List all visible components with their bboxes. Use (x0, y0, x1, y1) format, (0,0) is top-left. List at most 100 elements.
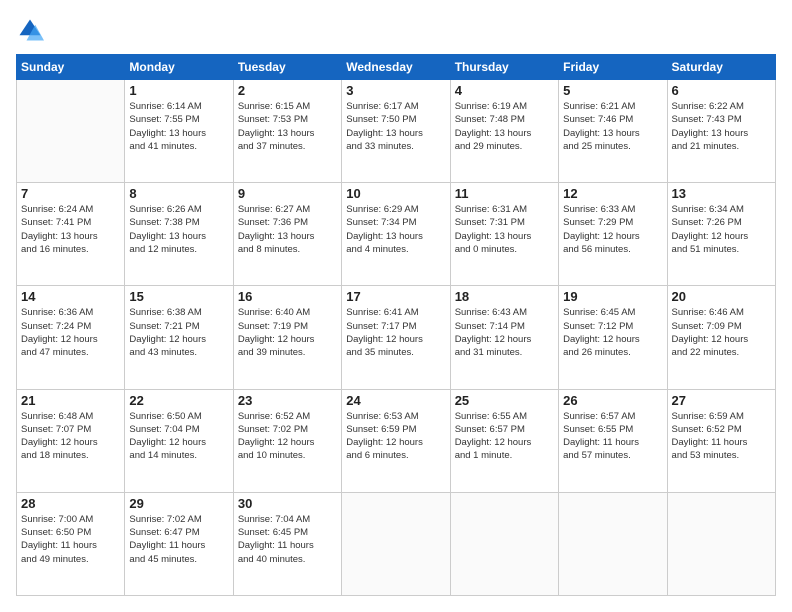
day-info: Sunrise: 6:55 AM Sunset: 6:57 PM Dayligh… (455, 410, 554, 463)
table-row: 22 Sunrise: 6:50 AM Sunset: 7:04 PM Dayli… (125, 389, 233, 492)
day-info: Sunrise: 6:36 AM Sunset: 7:24 PM Dayligh… (21, 306, 120, 359)
day-info: Sunrise: 6:38 AM Sunset: 7:21 PM Dayligh… (129, 306, 228, 359)
day-info: Sunrise: 7:00 AM Sunset: 6:50 PM Dayligh… (21, 513, 120, 566)
table-row: 15Sunrise: 6:38 AM Sunset: 7:21 PM Dayli… (125, 286, 233, 389)
day-info: Sunrise: 6:33 AM Sunset: 7:29 PM Dayligh… (563, 203, 662, 256)
day-info: Sunrise: 6:43 AM Sunset: 7:14 PM Dayligh… (455, 306, 554, 359)
day-info: Sunrise: 6:21 AM Sunset: 7:46 PM Dayligh… (563, 100, 662, 153)
table-row: 3 Sunrise: 6:17 AM Sunset: 7:50 PM Daylig… (342, 80, 450, 183)
day-number: 21 (21, 393, 120, 408)
day-info: Sunrise: 6:40 AM Sunset: 7:19 PM Dayligh… (238, 306, 337, 359)
col-friday: Friday (559, 55, 667, 80)
table-row: 9Sunrise: 6:27 AM Sunset: 7:36 PM Daylig… (233, 183, 341, 286)
day-number: 4 (455, 83, 554, 98)
table-row: 2 Sunrise: 6:15 AM Sunset: 7:53 PM Daylig… (233, 80, 341, 183)
day-info: Sunrise: 6:34 AM Sunset: 7:26 PM Dayligh… (672, 203, 771, 256)
table-row: 11 Sunrise: 6:31 AM Sunset: 7:31 PM Dayli… (450, 183, 558, 286)
day-info: Sunrise: 6:45 AM Sunset: 7:12 PM Dayligh… (563, 306, 662, 359)
day-number: 19 (563, 289, 662, 304)
table-row: 30 Sunrise: 7:04 AM Sunset: 6:45 PM Dayli… (233, 492, 341, 595)
table-row: 21 Sunrise: 6:48 AM Sunset: 7:07 PM Dayli… (17, 389, 125, 492)
table-row (17, 80, 125, 183)
day-number: 14 (21, 289, 120, 304)
day-number: 5 (563, 83, 662, 98)
col-monday: Monday (125, 55, 233, 80)
day-number: 26 (563, 393, 662, 408)
day-number: 28 (21, 496, 120, 511)
table-row: 1 Sunrise: 6:14 AM Sunset: 7:55 PM Daylig… (125, 80, 233, 183)
table-row: 6 Sunrise: 6:22 AM Sunset: 7:43 PM Daylig… (667, 80, 775, 183)
table-row (450, 492, 558, 595)
table-row: 18Sunrise: 6:43 AM Sunset: 7:14 PM Dayli… (450, 286, 558, 389)
page: Sunday Monday Tuesday Wednesday Thursday… (0, 0, 792, 612)
table-row: 26 Sunrise: 6:57 AM Sunset: 6:55 PM Dayli… (559, 389, 667, 492)
day-info: Sunrise: 6:19 AM Sunset: 7:48 PM Dayligh… (455, 100, 554, 153)
day-number: 12 (563, 186, 662, 201)
table-row: 20Sunrise: 6:46 AM Sunset: 7:09 PM Dayli… (667, 286, 775, 389)
day-info: Sunrise: 6:14 AM Sunset: 7:55 PM Dayligh… (129, 100, 228, 153)
day-info: Sunrise: 6:50 AM Sunset: 7:04 PM Dayligh… (129, 410, 228, 463)
day-info: Sunrise: 6:26 AM Sunset: 7:38 PM Dayligh… (129, 203, 228, 256)
calendar-week-row: 14 Sunrise: 6:36 AM Sunset: 7:24 PM Dayli… (17, 286, 776, 389)
day-number: 6 (672, 83, 771, 98)
table-row (559, 492, 667, 595)
day-info: Sunrise: 6:24 AM Sunset: 7:41 PM Dayligh… (21, 203, 120, 256)
day-number: 25 (455, 393, 554, 408)
day-info: Sunrise: 7:04 AM Sunset: 6:45 PM Dayligh… (238, 513, 337, 566)
day-number: 8 (129, 186, 228, 201)
day-number: 23 (238, 393, 337, 408)
table-row: 17Sunrise: 6:41 AM Sunset: 7:17 PM Dayli… (342, 286, 450, 389)
day-info: Sunrise: 6:41 AM Sunset: 7:17 PM Dayligh… (346, 306, 445, 359)
day-number: 7 (21, 186, 120, 201)
calendar-week-row: 28 Sunrise: 7:00 AM Sunset: 6:50 PM Dayli… (17, 492, 776, 595)
day-number: 30 (238, 496, 337, 511)
day-info: Sunrise: 6:52 AM Sunset: 7:02 PM Dayligh… (238, 410, 337, 463)
day-number: 10 (346, 186, 445, 201)
day-info: Sunrise: 6:31 AM Sunset: 7:31 PM Dayligh… (455, 203, 554, 256)
day-info: Sunrise: 6:29 AM Sunset: 7:34 PM Dayligh… (346, 203, 445, 256)
day-info: Sunrise: 6:15 AM Sunset: 7:53 PM Dayligh… (238, 100, 337, 153)
day-info: Sunrise: 6:22 AM Sunset: 7:43 PM Dayligh… (672, 100, 771, 153)
table-row (667, 492, 775, 595)
day-number: 16 (238, 289, 337, 304)
table-row: 19 Sunrise: 6:45 AM Sunset: 7:12 PM Dayli… (559, 286, 667, 389)
col-tuesday: Tuesday (233, 55, 341, 80)
col-wednesday: Wednesday (342, 55, 450, 80)
day-info: Sunrise: 7:02 AM Sunset: 6:47 PM Dayligh… (129, 513, 228, 566)
table-row: 14 Sunrise: 6:36 AM Sunset: 7:24 PM Dayli… (17, 286, 125, 389)
table-row: 5 Sunrise: 6:21 AM Sunset: 7:46 PM Daylig… (559, 80, 667, 183)
day-number: 13 (672, 186, 771, 201)
day-number: 11 (455, 186, 554, 201)
table-row: 16 Sunrise: 6:40 AM Sunset: 7:19 PM Dayli… (233, 286, 341, 389)
header (16, 16, 776, 44)
day-info: Sunrise: 6:17 AM Sunset: 7:50 PM Dayligh… (346, 100, 445, 153)
calendar-week-row: 7 Sunrise: 6:24 AM Sunset: 7:41 PM Daylig… (17, 183, 776, 286)
day-number: 1 (129, 83, 228, 98)
calendar-table: Sunday Monday Tuesday Wednesday Thursday… (16, 54, 776, 596)
day-info: Sunrise: 6:53 AM Sunset: 6:59 PM Dayligh… (346, 410, 445, 463)
day-info: Sunrise: 6:57 AM Sunset: 6:55 PM Dayligh… (563, 410, 662, 463)
table-row (342, 492, 450, 595)
day-number: 22 (129, 393, 228, 408)
day-number: 9 (238, 186, 337, 201)
col-thursday: Thursday (450, 55, 558, 80)
table-row: 23 Sunrise: 6:52 AM Sunset: 7:02 PM Dayli… (233, 389, 341, 492)
day-number: 20 (672, 289, 771, 304)
calendar-week-row: 21 Sunrise: 6:48 AM Sunset: 7:07 PM Dayli… (17, 389, 776, 492)
table-row: 24 Sunrise: 6:53 AM Sunset: 6:59 PM Dayli… (342, 389, 450, 492)
table-row: 12 Sunrise: 6:33 AM Sunset: 7:29 PM Dayli… (559, 183, 667, 286)
day-number: 3 (346, 83, 445, 98)
day-number: 27 (672, 393, 771, 408)
calendar-week-row: 1 Sunrise: 6:14 AM Sunset: 7:55 PM Daylig… (17, 80, 776, 183)
logo (16, 16, 48, 44)
day-number: 29 (129, 496, 228, 511)
logo-icon (16, 16, 44, 44)
table-row: 10 Sunrise: 6:29 AM Sunset: 7:34 PM Dayli… (342, 183, 450, 286)
day-number: 2 (238, 83, 337, 98)
day-number: 24 (346, 393, 445, 408)
table-row: 28 Sunrise: 7:00 AM Sunset: 6:50 PM Dayli… (17, 492, 125, 595)
table-row: 13 Sunrise: 6:34 AM Sunset: 7:26 PM Dayli… (667, 183, 775, 286)
day-info: Sunrise: 6:48 AM Sunset: 7:07 PM Dayligh… (21, 410, 120, 463)
calendar-header-row: Sunday Monday Tuesday Wednesday Thursday… (17, 55, 776, 80)
table-row: 29 Sunrise: 7:02 AM Sunset: 6:47 PM Dayli… (125, 492, 233, 595)
